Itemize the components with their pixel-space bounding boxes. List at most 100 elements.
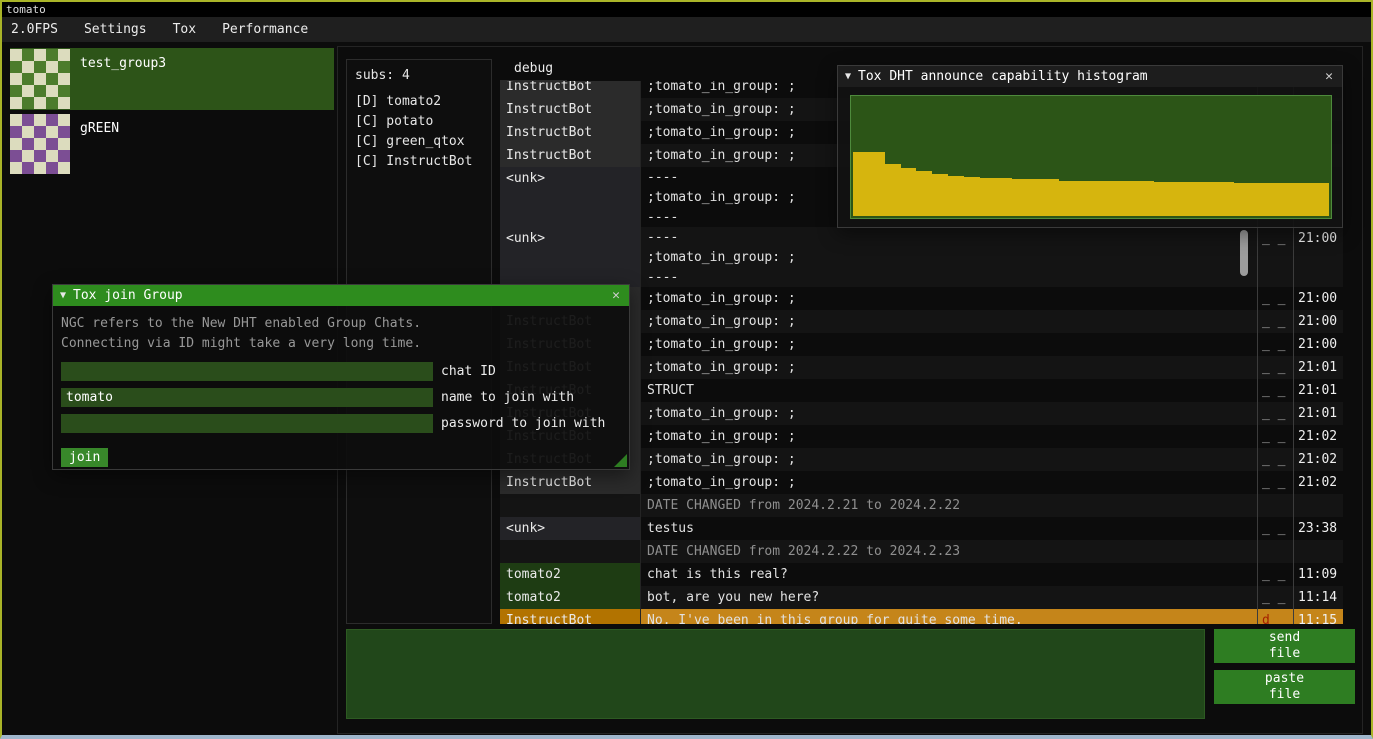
join-password-label: password to join with <box>441 416 605 431</box>
subs-list-item[interactable]: [D] tomato2 <box>355 92 483 112</box>
chat-row-flags: _ _ <box>1257 425 1293 448</box>
app-window: tomato 2.0FPSSettingsToxPerformance test… <box>0 0 1373 739</box>
chat-row-flags: _ _ <box>1257 287 1293 310</box>
chat-scrollbar-thumb[interactable] <box>1240 230 1248 276</box>
window-titlebar[interactable]: tomato <box>2 2 1371 17</box>
join-window-body: NGC refers to the New DHT enabled Group … <box>53 306 629 475</box>
send-file-button[interactable]: sendfile <box>1214 629 1355 663</box>
message-line: ;tomato_in_group: ; <box>647 247 1251 267</box>
message-line: STRUCT <box>647 379 1251 402</box>
chat-row-sender: InstructBot <box>500 609 640 624</box>
chat-row-sender: InstructBot <box>500 98 640 121</box>
histogram-bar <box>1138 181 1154 216</box>
message-line: ---- <box>647 267 1251 287</box>
paste-file-button[interactable]: pastefile <box>1214 670 1355 704</box>
chat-row-time <box>1293 540 1343 563</box>
join-window-titlebar[interactable]: ▼ Tox join Group ✕ <box>53 285 629 306</box>
chat-row-flags: _ _ <box>1257 517 1293 540</box>
menu-item-settings[interactable]: Settings <box>71 17 160 42</box>
chat-message-row[interactable]: <unk>----;tomato_in_group: ;----_ _21:00 <box>500 227 1343 287</box>
chat-row-time: 11:14 <box>1293 586 1343 609</box>
chat-id-label: chat ID <box>441 364 496 379</box>
chat-row-flags: _ _ <box>1257 310 1293 333</box>
message-input[interactable] <box>346 629 1205 719</box>
chat-row-message: ;tomato_in_group: ; <box>640 471 1257 494</box>
chat-message-row[interactable]: InstructBot No, I've been in this group f… <box>500 609 1343 624</box>
chat-row-flags: _ _ <box>1257 586 1293 609</box>
group-item-gREEN[interactable]: gREEN <box>10 113 334 175</box>
histogram-bar <box>1249 183 1265 216</box>
window-title: tomato <box>6 3 46 16</box>
menu-item-performance[interactable]: Performance <box>209 17 321 42</box>
join-button[interactable]: join <box>61 448 108 467</box>
chat-row-time <box>1293 494 1343 517</box>
chat-row-flags: _ _ <box>1257 227 1293 287</box>
chat-row-time: 21:01 <box>1293 356 1343 379</box>
join-password-input[interactable] <box>61 414 433 433</box>
chat-row-sender: <unk> <box>500 227 640 287</box>
chat-row-message: ;tomato_in_group: ; <box>640 310 1257 333</box>
histogram-bar <box>1027 179 1043 216</box>
message-line: ;tomato_in_group: ; <box>647 333 1251 356</box>
histogram-window: ▼ Tox DHT announce capability histogram … <box>837 65 1343 228</box>
chat-row-flags: _ _ <box>1257 448 1293 471</box>
chat-row-message: ;tomato_in_group: ; <box>640 287 1257 310</box>
chat-row-sender: tomato2 <box>500 563 640 586</box>
menu-item-2-0fps[interactable]: 2.0FPS <box>2 17 71 42</box>
subs-list-item[interactable]: [C] potato <box>355 112 483 132</box>
histogram-bar <box>1186 182 1202 216</box>
message-line: bot, are you new here? <box>647 586 1251 609</box>
histogram-bars <box>853 98 1329 216</box>
histogram-bar <box>885 164 901 216</box>
histogram-bar <box>996 178 1012 216</box>
date-changed-row: DATE CHANGED from 2024.2.22 to 2024.2.23 <box>500 540 1343 563</box>
histogram-bar <box>1012 179 1028 216</box>
message-line: ;tomato_in_group: ; <box>647 356 1251 379</box>
histogram-bar <box>1297 183 1313 216</box>
chat-row-flags: _ _ <box>1257 379 1293 402</box>
histogram-bar <box>1059 181 1075 216</box>
chat-row-sender: InstructBot <box>500 121 640 144</box>
chat-row-time: 21:02 <box>1293 448 1343 471</box>
histogram-window-titlebar[interactable]: ▼ Tox DHT announce capability histogram … <box>838 66 1342 87</box>
histogram-bar <box>1234 183 1250 216</box>
chat-row-time: 21:00 <box>1293 287 1343 310</box>
chat-row-flags <box>1257 540 1293 563</box>
chat-message-row[interactable]: <unk>testus_ _23:38 <box>500 517 1343 540</box>
histogram-bar <box>1123 181 1139 216</box>
join-name-input[interactable] <box>61 388 433 407</box>
chat-row-time: 23:38 <box>1293 517 1343 540</box>
histogram-bar <box>1154 182 1170 216</box>
menu-item-tox[interactable]: Tox <box>160 17 209 42</box>
histogram-bar <box>932 174 948 216</box>
join-window-title: Tox join Group <box>73 288 603 303</box>
subs-list-item[interactable]: [C] green_qtox <box>355 132 483 152</box>
date-changed-text: DATE CHANGED from 2024.2.21 to 2024.2.22 <box>647 494 1251 517</box>
resize-grip[interactable] <box>614 454 627 467</box>
close-icon[interactable]: ✕ <box>1323 69 1335 84</box>
collapse-arrow-icon[interactable]: ▼ <box>60 290 66 301</box>
close-icon[interactable]: ✕ <box>610 288 622 303</box>
chat-row-flags: _ _ <box>1257 356 1293 379</box>
histogram-bar <box>1170 182 1186 216</box>
histogram-bar <box>1202 182 1218 216</box>
join-name-label: name to join with <box>441 390 574 405</box>
collapse-arrow-icon[interactable]: ▼ <box>845 71 851 82</box>
chat-message-row[interactable]: tomato2bot, are you new here?_ _11:14 <box>500 586 1343 609</box>
chat-row-time: 21:00 <box>1293 333 1343 356</box>
chat-row-flags <box>1257 494 1293 517</box>
chat-message-row[interactable]: tomato2chat is this real?_ _11:09 <box>500 563 1343 586</box>
message-line: ;tomato_in_group: ; <box>647 448 1251 471</box>
chat-row-message: DATE CHANGED from 2024.2.21 to 2024.2.22 <box>640 494 1257 517</box>
histogram-bar <box>1313 183 1329 216</box>
chat-id-input[interactable] <box>61 362 433 381</box>
chat-row-time: 21:00 <box>1293 310 1343 333</box>
histogram-bar <box>869 152 885 216</box>
tab-debug[interactable]: debug <box>500 58 567 81</box>
message-line: No, I've been in this group for quite so… <box>647 609 1251 624</box>
group-item-test_group3[interactable]: test_group3 <box>10 48 334 110</box>
chat-row-sender: InstructBot <box>500 144 640 167</box>
chat-row-message: DATE CHANGED from 2024.2.22 to 2024.2.23 <box>640 540 1257 563</box>
subs-list: [D] tomato2[C] potato[C] green_qtox[C] I… <box>355 92 483 172</box>
subs-list-item[interactable]: [C] InstructBot <box>355 152 483 172</box>
